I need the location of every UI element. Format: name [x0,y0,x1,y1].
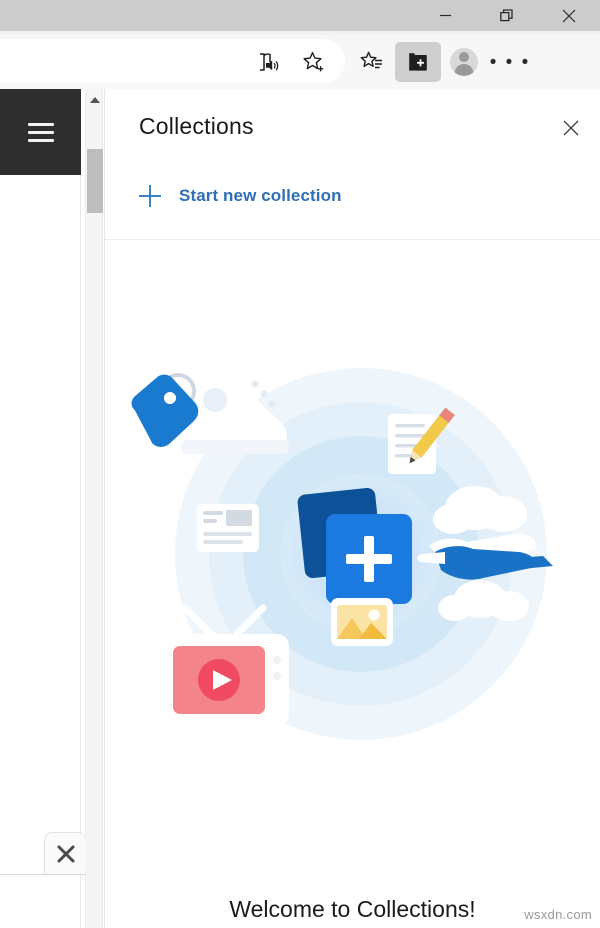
collections-welcome-illustration [123,356,583,746]
title-bar [0,0,600,31]
settings-and-more-icon[interactable]: • • • [487,42,533,82]
add-favorite-star-icon[interactable] [291,42,337,82]
site-menu-button[interactable] [0,89,81,175]
plus-icon [139,185,161,207]
start-new-collection-label: Start new collection [179,186,342,205]
collections-title: Collections [139,113,254,139]
start-new-collection-button[interactable]: Start new collection [105,175,600,217]
browser-window: • • • Collections Start new collection W… [0,0,600,928]
collections-icon[interactable] [395,42,441,82]
read-aloud-icon[interactable] [245,42,291,82]
close-icon[interactable] [554,111,588,145]
favorites-list-icon[interactable] [349,42,395,82]
toolbar-icon-group: • • • [245,35,533,89]
scroll-up-arrow-icon[interactable] [86,92,104,108]
page-left-column [0,175,81,928]
avatar [450,48,478,76]
browser-toolbar: • • • [0,35,600,89]
dismiss-close-icon[interactable] [44,832,86,874]
page-scrollbar[interactable] [85,89,103,928]
hamburger-icon [27,118,54,147]
header-divider [105,239,600,240]
collections-empty-state: Welcome to Collections! Collect and orga… [105,241,600,928]
minimize-button[interactable] [414,0,476,31]
collections-panel: Collections Start new collection Welcome… [104,89,600,928]
more-dots: • • • [489,51,531,73]
window-controls [414,0,600,31]
close-button[interactable] [538,0,600,31]
watermark: wsxdn.com [524,907,592,922]
left-column-divider [0,874,86,875]
collections-header: Collections [105,89,600,153]
scrollbar-thumb[interactable] [87,149,103,213]
restore-button[interactable] [476,0,538,31]
profile-avatar[interactable] [441,42,487,82]
